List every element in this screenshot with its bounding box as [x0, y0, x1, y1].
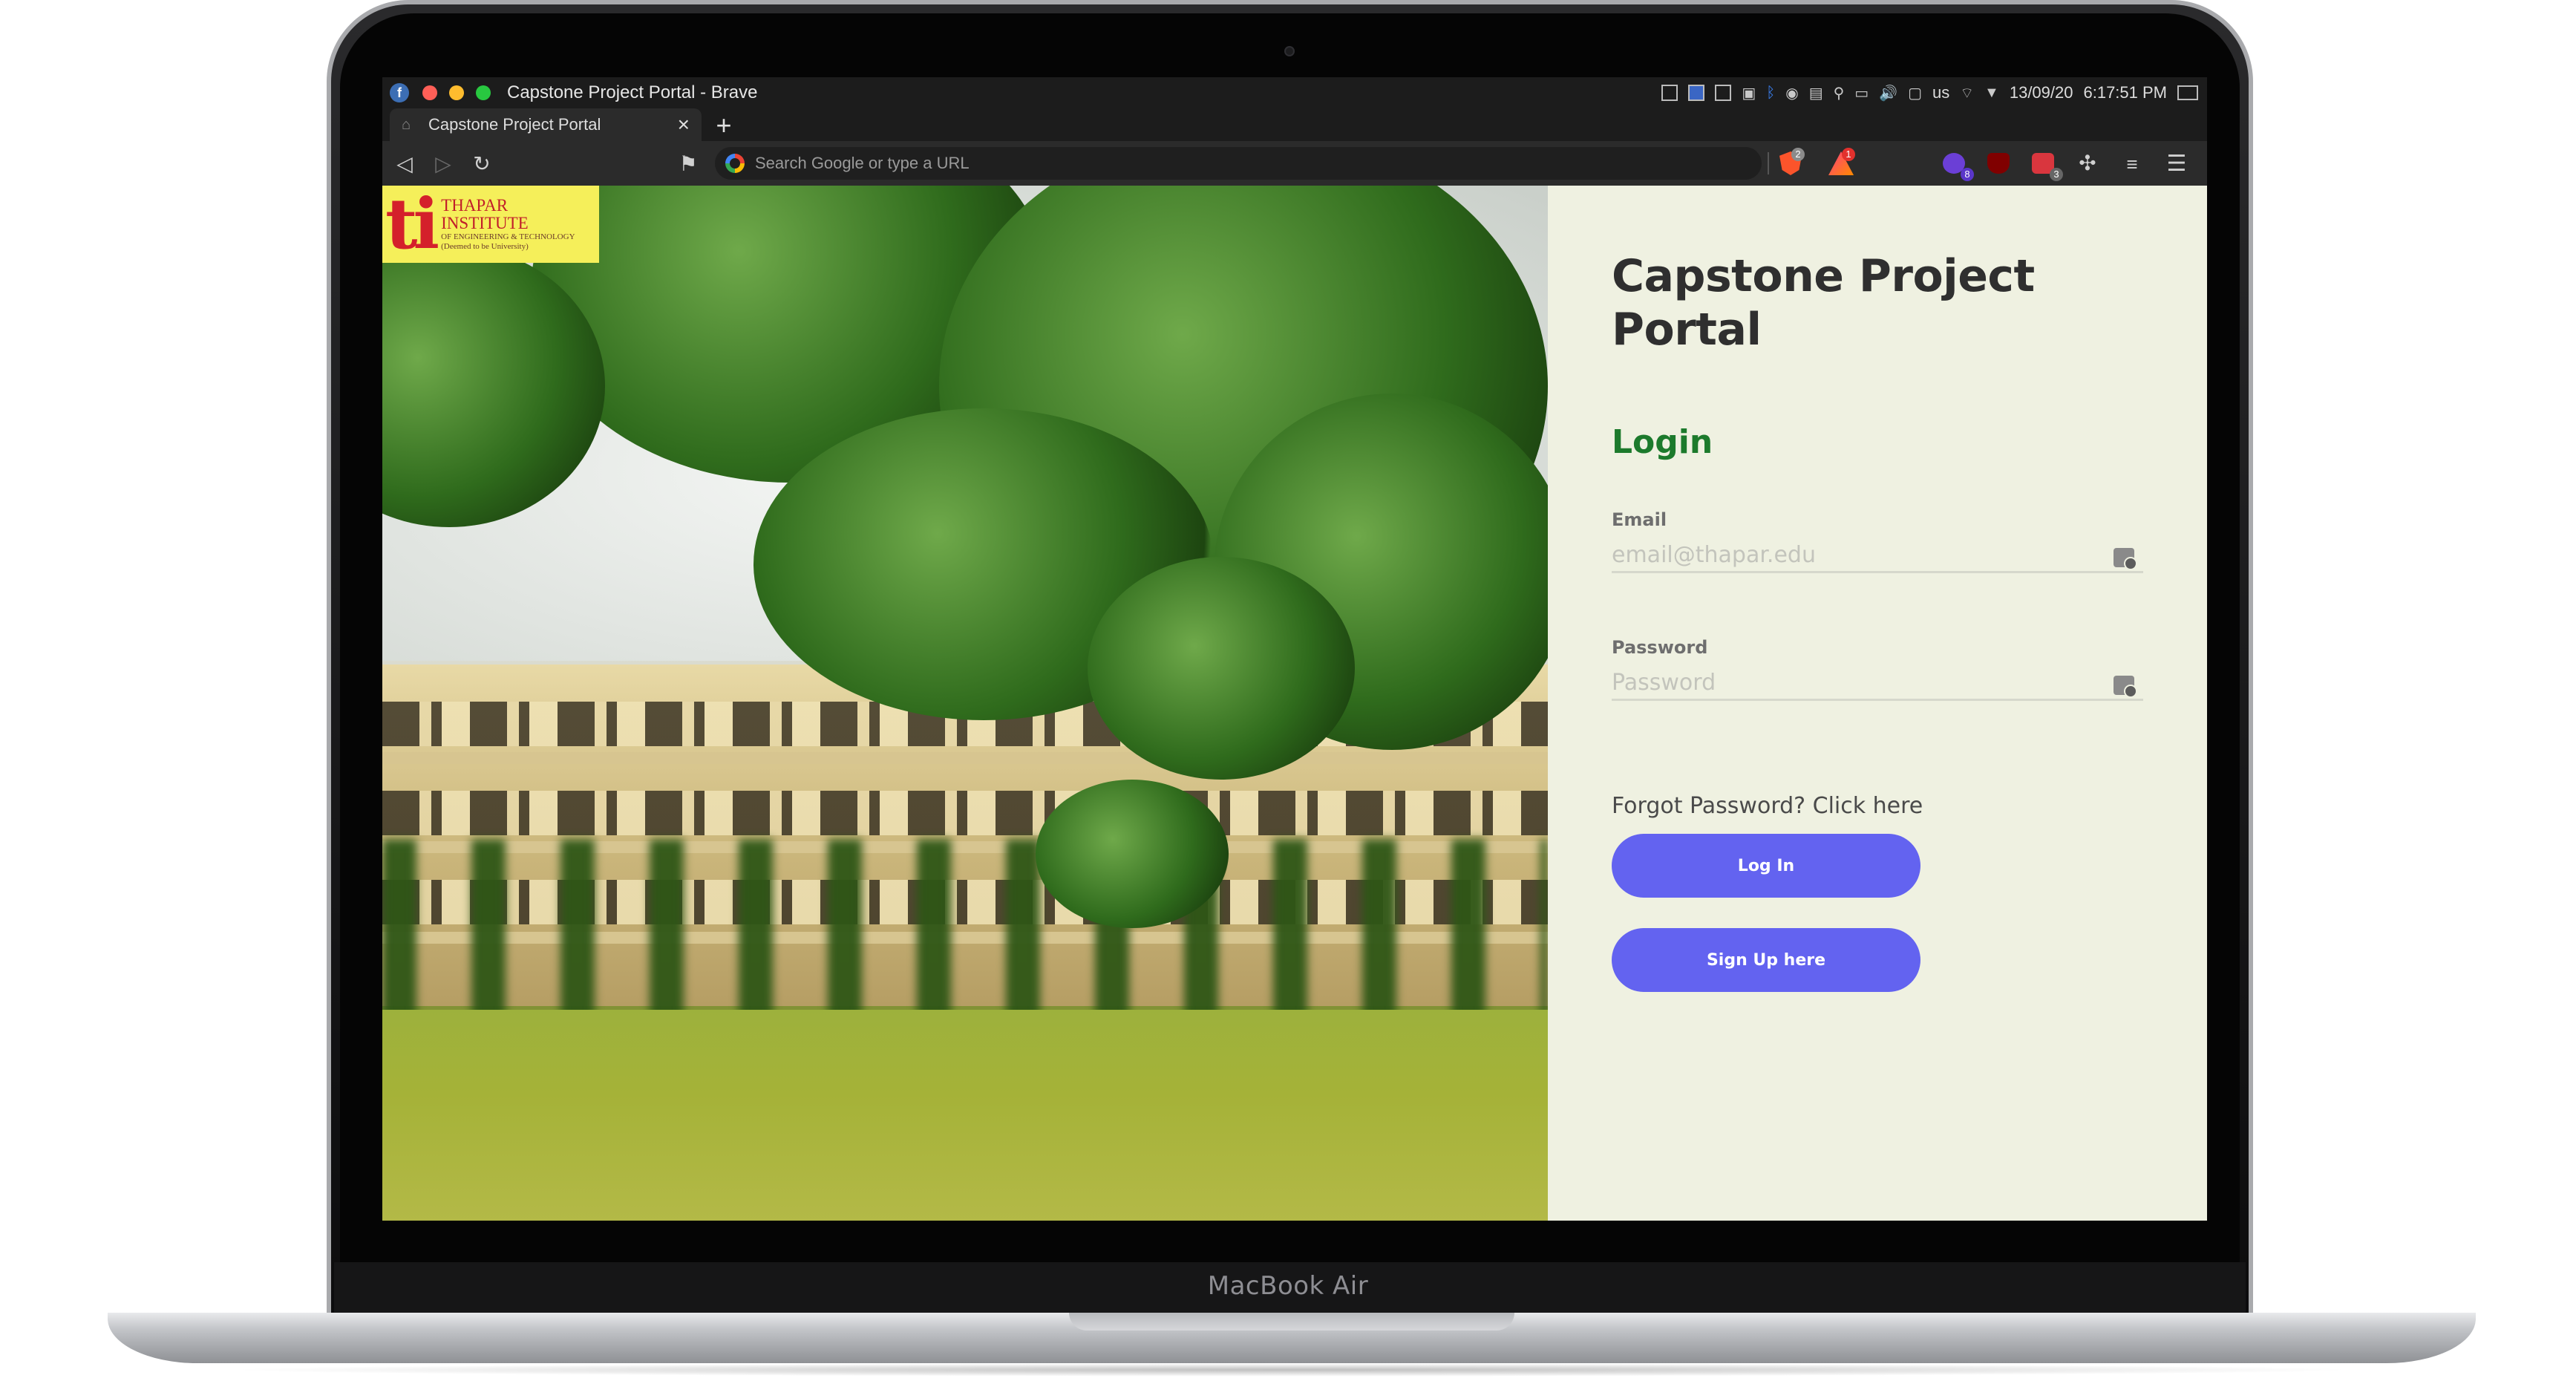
screen: f Capstone Project Portal - Brave ▣ ᛒ ◉ … [382, 77, 2207, 1221]
house-icon: ⌂ [402, 117, 411, 133]
workspace-2-icon[interactable] [1688, 85, 1705, 101]
logo-mark: ti [385, 186, 439, 265]
login-button[interactable]: Log In [1612, 834, 1920, 898]
battery-icon[interactable]: ▭ [1854, 84, 1869, 102]
purple-extension-badge: 8 [1961, 168, 1974, 181]
logo-subtitle-2: (Deemed to be University) [441, 242, 529, 251]
signup-button[interactable]: Sign Up here [1612, 928, 1920, 992]
photo-bushes [382, 839, 1548, 1032]
logo-text: THAPAR INSTITUTE OF ENGINEERING & TECHNO… [441, 197, 599, 252]
new-tab-button[interactable]: + [709, 110, 739, 141]
workspace-1-icon[interactable] [1661, 85, 1678, 101]
back-button[interactable]: ◁ [388, 147, 421, 180]
chevron-down-icon[interactable]: ▼ [1984, 85, 1999, 102]
keyboard-layout[interactable]: us [1932, 83, 1949, 102]
email-label: Email [1612, 509, 1667, 530]
password-field-group: Password [1612, 637, 2143, 701]
address-input[interactable] [755, 154, 1720, 173]
fedora-icon[interactable]: f [390, 83, 409, 102]
wifi-icon[interactable]: ⌔ [1960, 84, 1974, 102]
maximize-window-button[interactable] [476, 85, 491, 100]
laptop-shadow [223, 1363, 2361, 1377]
volume-icon[interactable]: 🔊 [1879, 84, 1897, 102]
building-windows-row [382, 791, 1548, 835]
location-icon[interactable]: ⚲ [1834, 84, 1845, 102]
logo-name: THAPAR INSTITUTE [441, 196, 529, 232]
puzzle-icon[interactable]: ✣ [2076, 152, 2099, 174]
system-top-bar: f Capstone Project Portal - Brave ▣ ᛒ ◉ … [382, 77, 2207, 108]
bookmark-icon[interactable]: ⚑ [672, 147, 705, 180]
email-field-group: Email [1612, 509, 2143, 573]
red-extension-icon[interactable]: 3 [2032, 153, 2063, 181]
menu-icon[interactable]: ☰ [2165, 151, 2188, 177]
laptop-notch [1069, 1313, 1514, 1331]
autofill-key-icon[interactable] [2114, 548, 2137, 570]
window-title: Capstone Project Portal - Brave [507, 82, 758, 102]
purple-extension-icon[interactable]: 8 [1943, 153, 1974, 181]
password-label: Password [1612, 637, 1708, 658]
close-window-button[interactable] [422, 85, 437, 100]
clipboard-icon[interactable]: ▤ [1809, 84, 1823, 102]
model-label: MacBook Air [1207, 1271, 1369, 1301]
ublock-origin-icon[interactable] [1987, 153, 2010, 174]
autofill-key-icon[interactable] [2114, 676, 2137, 698]
tab-strip: ⌂ Capstone Project Portal × + [382, 108, 2207, 141]
extensions-area: 8 3 ✣ ≡ ☰ [1943, 151, 2188, 181]
close-icon[interactable]: × [678, 113, 690, 137]
reading-list-icon[interactable]: ≡ [2121, 153, 2143, 175]
login-heading: Login [1612, 423, 1713, 461]
campus-photo: ti THAPAR INSTITUTE OF ENGINEERING & TEC… [382, 186, 1548, 1221]
shield-badge: 2 [1791, 148, 1805, 161]
red-extension-badge: 3 [2050, 168, 2063, 181]
thapar-logo[interactable]: ti THAPAR INSTITUTE OF ENGINEERING & TEC… [382, 186, 599, 263]
media-play-icon[interactable]: ◉ [1785, 84, 1798, 102]
photo-lawn [382, 1010, 1548, 1221]
bluetooth-icon[interactable]: ᛒ [1766, 85, 1775, 102]
webcam [1284, 46, 1295, 56]
logo-subtitle: OF ENGINEERING & TECHNOLOGY [441, 232, 575, 241]
system-date: 13/09/20 [2009, 83, 2073, 102]
forward-button[interactable]: ▷ [427, 147, 460, 180]
address-bar[interactable] [715, 147, 1762, 180]
password-field[interactable] [1612, 667, 2143, 701]
tree-canopy [1036, 780, 1229, 928]
forgot-password-link[interactable]: Forgot Password? Click here [1612, 793, 1923, 819]
tab-title: Capstone Project Portal [428, 115, 601, 134]
laptop-scene: f Capstone Project Portal - Brave ▣ ᛒ ◉ … [0, 0, 2576, 1381]
building-floor [382, 752, 1548, 764]
tab-capstone-project-portal[interactable]: ⌂ Capstone Project Portal × [390, 108, 702, 141]
web-page: ti THAPAR INSTITUTE OF ENGINEERING & TEC… [382, 186, 2207, 1221]
browser-toolbar: ◁ ▷ ↻ ⚑ 2 1 8 3 ✣ ≡ ☰ [382, 141, 2207, 186]
minimize-window-button[interactable] [449, 85, 464, 100]
login-panel: Capstone Project Portal Login Email Pass… [1548, 186, 2207, 1221]
notifications-icon[interactable] [2177, 85, 2198, 100]
reload-button[interactable]: ↻ [465, 147, 498, 180]
system-tray: ▣ ᛒ ◉ ▤ ⚲ ▭ 🔊 ▢ us ⌔ ▼ 13/09/20 6:17:51 … [1661, 83, 2198, 102]
email-field[interactable] [1612, 539, 2143, 573]
workspace-3-icon[interactable] [1715, 85, 1732, 101]
toolbar-divider [1768, 152, 1769, 174]
rewards-badge: 1 [1842, 148, 1855, 161]
screenshot-icon[interactable]: ▣ [1742, 84, 1756, 102]
system-time: 6:17:51 PM [2083, 83, 2167, 102]
display-icon[interactable]: ▢ [1908, 84, 1922, 102]
google-icon [725, 154, 745, 173]
page-title: Capstone Project Portal [1612, 250, 2035, 356]
tree-canopy [1088, 557, 1355, 780]
